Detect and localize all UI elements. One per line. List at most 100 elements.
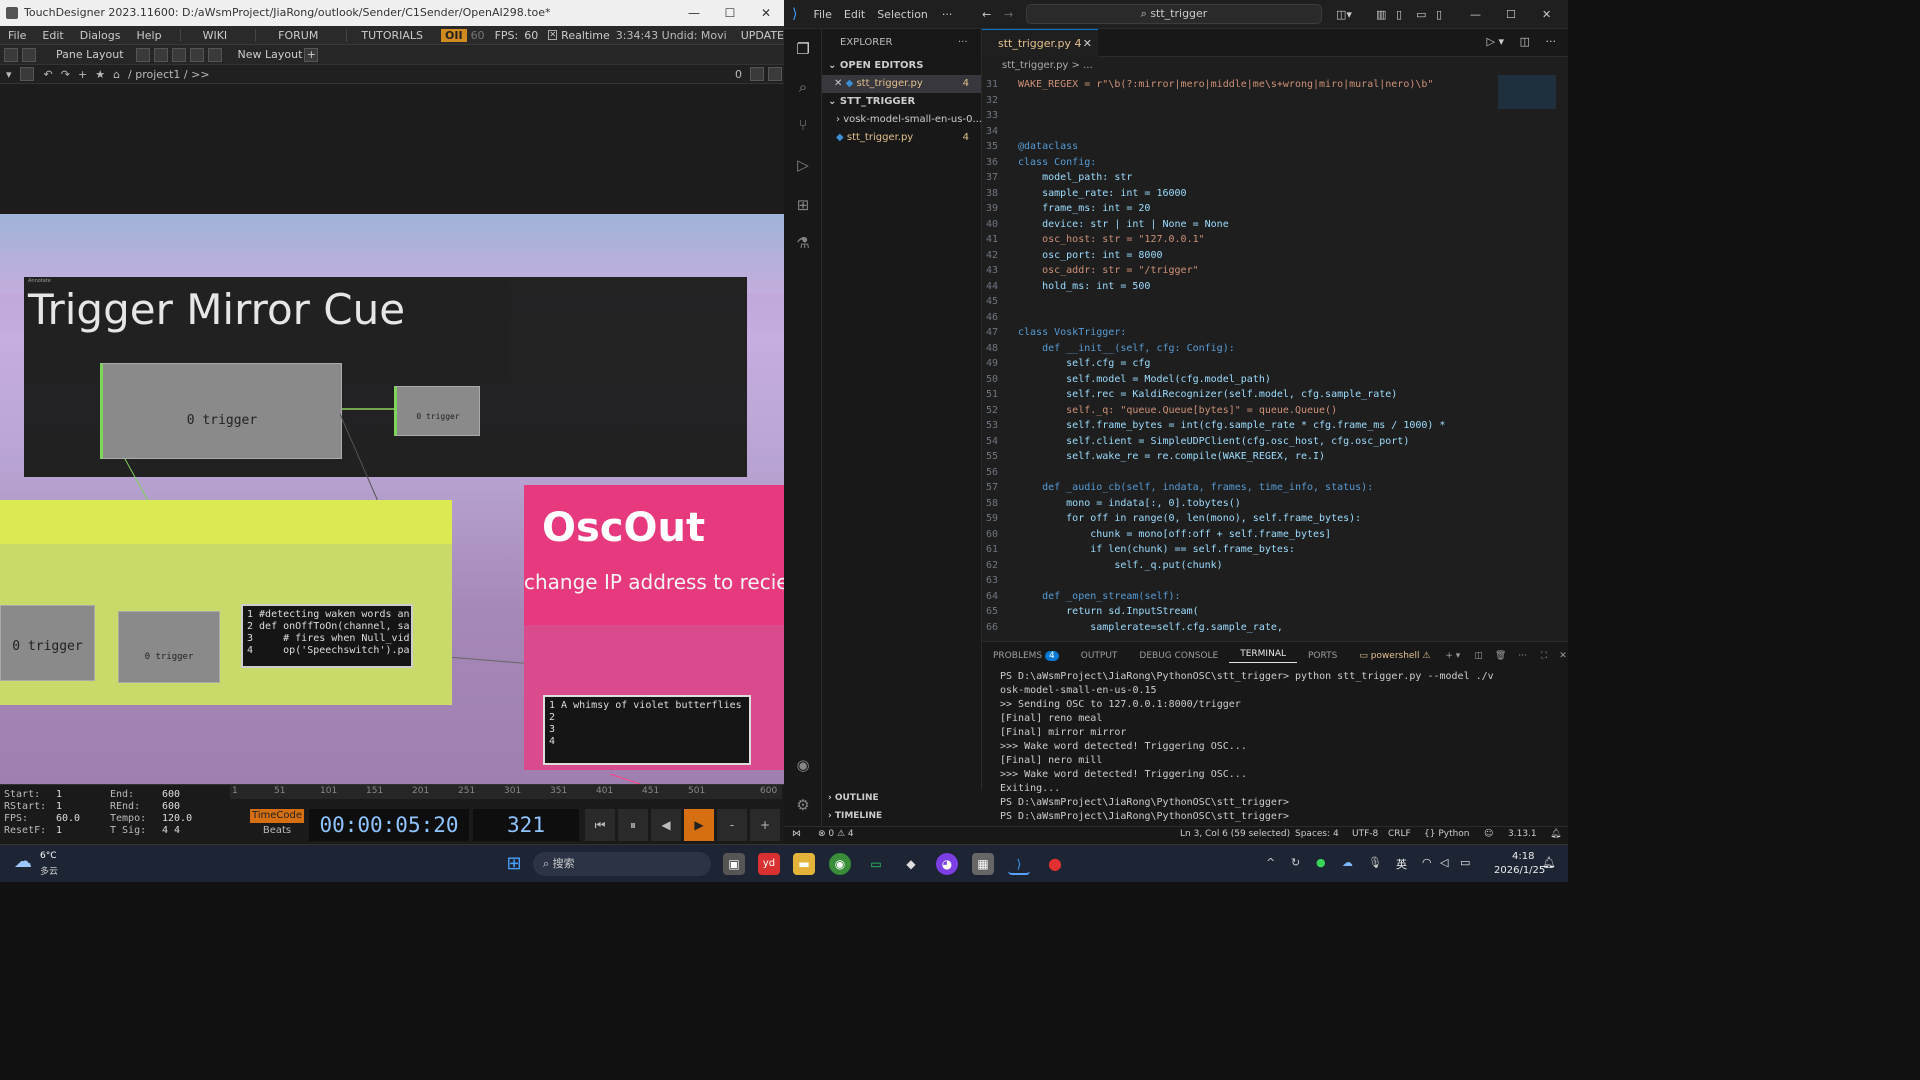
open-editors-section[interactable]: ⌄ OPEN EDITORS [822,57,981,75]
run-icon[interactable]: ▷ ▾ [1487,35,1504,48]
add-layout-icon[interactable]: + [304,47,319,62]
forward-icon[interactable]: ↷ [61,68,70,81]
stat-value[interactable]: 600 [162,789,216,801]
ime-indicator[interactable]: 英 [1396,856,1407,872]
github-icon[interactable]: ◕ [936,853,958,875]
encoding[interactable]: UTF-8 [1352,829,1378,839]
open-editor-item[interactable]: ✕ ◆ stt_trigger.py 4 [822,75,981,93]
cloud-icon[interactable]: ☁ [1342,856,1353,869]
maximize-panel-icon[interactable]: ⛶ [1541,651,1547,661]
timeline-header[interactable]: › TIMELINE [828,811,882,821]
minimap[interactable] [1496,75,1558,637]
network-path[interactable]: / project1 / >> [128,68,210,81]
stat-value[interactable]: 1 [56,825,110,837]
rewind-icon[interactable]: ⏮ [585,809,615,841]
touchdesigner-app-icon[interactable]: ▦ [972,853,994,875]
plus-icon[interactable]: + [78,68,87,81]
code-line[interactable]: 50 self.model = Model(cfg.model_path) [982,372,1492,388]
code-line[interactable]: 44 hold_ms: int = 500 [982,279,1492,295]
trigger-node-mid[interactable]: 0 trigger [118,611,220,683]
plus-icon[interactable]: + [750,809,780,841]
notification-bell-icon[interactable]: 🔔︎ [1542,856,1556,869]
wiki-tab[interactable]: WIKI [179,28,250,42]
stat-value[interactable]: 60.0 [56,813,110,825]
stat-value[interactable]: 1 [56,801,110,813]
code-line[interactable]: 65 return sd.InputStream( [982,604,1492,620]
code-line[interactable]: 64 def _open_stream(self): [982,589,1492,605]
sync-icon[interactable]: ↻ [1291,856,1300,869]
code-line[interactable]: 32 [982,93,1492,109]
minimap-slider[interactable] [1498,75,1556,109]
frame-display[interactable]: 321 [473,809,579,841]
cursor-position[interactable]: Ln 3, Col 6 (59 selected) [1180,829,1290,839]
terminal-shell[interactable]: ▭ powershell ⚠ [1348,651,1441,661]
menu-edit[interactable]: Edit [34,29,71,42]
line-ending[interactable]: CRLF [1388,829,1411,839]
unity-icon[interactable]: ◆ [900,853,922,875]
wifi-icon[interactable]: ◠ [1422,856,1432,869]
timecode-toggle[interactable]: TimeCode [250,809,304,823]
folder-item-vosk[interactable]: › vosk-model-small-en-us-0... [822,111,981,129]
file-explorer-icon[interactable]: ▬ [793,853,815,875]
recorder-icon[interactable]: ● [1044,853,1066,875]
tab-output[interactable]: OUTPUT [1070,651,1129,661]
close-panel-icon[interactable]: ✕ [1559,651,1567,661]
clock-date[interactable]: 2026/1/25 [1494,865,1545,876]
layout-5-icon[interactable] [207,47,222,62]
code-line[interactable]: 34 [982,124,1492,140]
code-line[interactable]: 62 self._q.put(chunk) [982,558,1492,574]
command-search[interactable]: ⌕ stt_trigger [1026,4,1322,24]
toggle-secondary-icon[interactable]: ▯ [1436,8,1442,21]
copilot-status-icon[interactable]: ☺ [1484,829,1493,839]
tab-problems[interactable]: PROBLEMS 4 [982,651,1070,661]
menu-edit[interactable]: Edit [844,8,865,21]
maximize-icon[interactable]: ☐ [712,0,748,26]
code-line[interactable]: 53 self.frame_bytes = int(cfg.sample_rat… [982,418,1492,434]
realtime-checkbox[interactable]: ✕ [548,30,558,40]
step-back-icon[interactable]: ◀ [651,809,681,841]
code-line[interactable]: 57 def _audio_cb(self, indata, frames, t… [982,480,1492,496]
extensions-icon[interactable]: ⊞ [793,195,813,215]
vscode-app-icon[interactable]: ⟩ [1008,853,1030,875]
battery-icon[interactable]: ▭ [1460,856,1470,869]
tools-icon[interactable] [22,47,36,62]
beats-toggle[interactable]: Beats [250,825,304,839]
code-line[interactable]: 33 [982,108,1492,124]
outline-header[interactable]: › OUTLINE [828,793,879,803]
menu-file[interactable]: File [813,8,831,21]
view-icon[interactable] [750,67,764,81]
trash-icon[interactable]: 🗑 [1495,651,1506,661]
nav-forward-icon[interactable]: → [1004,8,1013,21]
pane-layout-label[interactable]: Pane Layout [56,48,124,61]
code-line[interactable]: 45 [982,294,1492,310]
chrome-icon[interactable]: ◉ [829,853,851,875]
code-line[interactable]: 38 sample_rate: int = 16000 [982,186,1492,202]
mic-icon[interactable]: 🎙︎ [1368,856,1382,869]
update-button[interactable]: UPDATE [741,29,784,42]
close-icon[interactable]: ✕ [1083,30,1092,57]
task-view-icon[interactable]: ▣ [723,853,745,875]
start-icon[interactable]: ⊞ [503,853,525,875]
tray-chevron-icon[interactable]: ^ [1266,856,1275,869]
split-terminal-icon[interactable]: ◫ [1474,651,1483,661]
problems-status[interactable]: ⊗ 0 ⚠ 4 [818,829,854,839]
layout-2-icon[interactable] [153,47,168,62]
chopexec-dat-node[interactable]: 1 #detecting waken words an 2 def onOffTo… [241,604,413,668]
code-line[interactable]: 61 if len(chunk) == self.frame_bytes: [982,542,1492,558]
trigger-node-left[interactable]: 0 trigger [0,605,95,681]
layout-icon[interactable]: ▥ [1376,8,1386,21]
toggle-panel-icon[interactable]: ▭ [1416,8,1426,21]
menu-help[interactable]: Help [129,29,170,42]
code-line[interactable]: 41 osc_host: str = "127.0.0.1" [982,232,1492,248]
layout-3-icon[interactable] [171,47,186,62]
code-line[interactable]: 31 WAKE_REGEX = r"\b(?:mirror|mero|middle… [982,77,1492,93]
code-line[interactable]: 58 mono = indata[:, 0].tobytes() [982,496,1492,512]
code-line[interactable]: 46 [982,310,1492,326]
code-line[interactable]: 39 frame_ms: int = 20 [982,201,1492,217]
tab-debug-console[interactable]: DEBUG CONSOLE [1128,651,1229,661]
maximize-icon[interactable]: ☐ [1506,8,1516,21]
tab-stt-trigger[interactable]: stt_trigger.py 4 ✕ [982,29,1098,57]
taskbar-search[interactable]: ⌕ 搜索 [533,852,711,876]
breadcrumb[interactable]: stt_trigger.py > ... [982,57,1492,75]
new-terminal-icon[interactable]: + ▾ [1445,651,1460,661]
